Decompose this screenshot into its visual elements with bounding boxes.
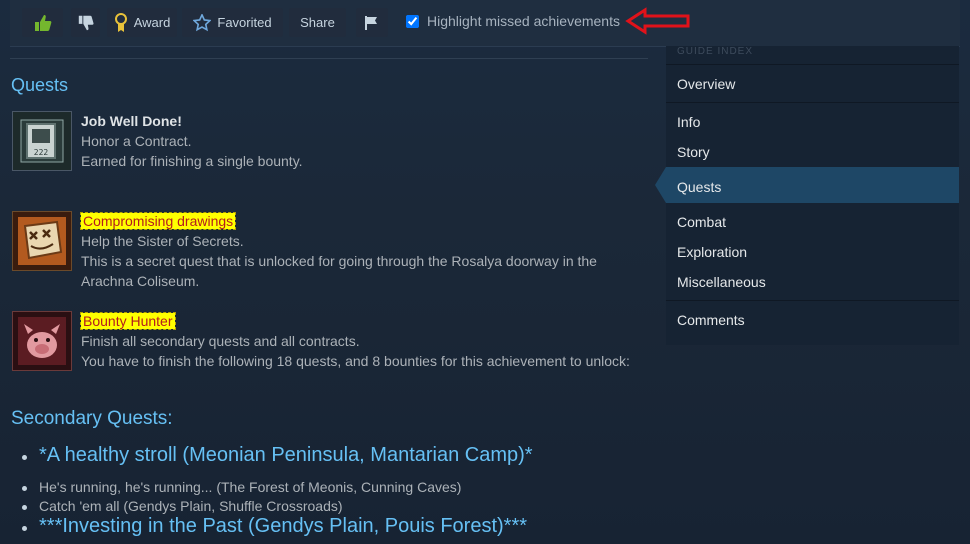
drawings-icon [12, 211, 72, 271]
secondary-quests-list: *A healthy stroll (Meonian Peninsula, Ma… [20, 444, 533, 467]
thumbs-up-button[interactable] [22, 8, 63, 37]
highlight-missed-toggle[interactable]: Highlight missed achievements [406, 13, 620, 29]
achievement-note: Earned for finishing a single bounty. [81, 153, 303, 169]
list-item: *A healthy stroll (Meonian Peninsula, Ma… [20, 444, 533, 467]
favorited-button[interactable]: Favorited [182, 8, 283, 37]
achievement-note: This is a secret quest that is unlocked … [81, 253, 597, 289]
flag-button[interactable] [356, 8, 388, 37]
favorited-label: Favorited [217, 15, 272, 30]
achievement-description: Honor a Contract. [81, 133, 192, 149]
list-item: Catch 'em all (Gendys Plain, Shuffle Cro… [20, 497, 461, 516]
sidebar-item-comments[interactable]: Comments [677, 312, 745, 328]
award-button[interactable]: Award [107, 8, 177, 37]
sidebar-item-quests[interactable]: Quests [677, 179, 721, 195]
thumbs-down-icon [78, 15, 94, 30]
guide-index-sidebar: GUIDE INDEX Overview Info Story Quests C… [666, 46, 959, 345]
share-button[interactable]: Share [289, 8, 346, 37]
guide-index-title: GUIDE INDEX [677, 46, 754, 57]
divider [666, 102, 959, 103]
secondary-quests-list-2: ***Investing in the Past (Gendys Plain, … [20, 515, 527, 538]
contract-icon-number: 222 [34, 148, 49, 157]
red-arrow-annotation [625, 7, 690, 35]
favorite-star-icon [193, 13, 212, 31]
achievement-description: Finish all secondary quests and all cont… [81, 333, 360, 349]
content-divider [10, 58, 648, 59]
award-icon [114, 12, 127, 32]
highlight-missed-label: Highlight missed achievements [427, 13, 620, 29]
secondary-quests-heading: Secondary Quests: [11, 408, 173, 429]
sidebar-item-overview[interactable]: Overview [677, 76, 735, 92]
thumbs-up-icon [34, 14, 51, 31]
guide-toolbar: Award Favorited Share Highlight missed a… [10, 0, 960, 47]
divider [666, 64, 959, 65]
thumbs-down-button[interactable] [71, 8, 100, 37]
quests-heading: Quests [11, 75, 69, 95]
list-item: ***Investing in the Past (Gendys Plain, … [20, 515, 527, 538]
bounty-creature-icon [12, 311, 72, 371]
achievement-name: Bounty Hunter [80, 312, 176, 330]
achievement-name: Job Well Done! [81, 113, 182, 129]
flag-icon [365, 15, 377, 30]
sidebar-item-story[interactable]: Story [677, 144, 710, 160]
achievement-name: Compromising drawings [79, 212, 237, 230]
sidebar-item-miscellaneous[interactable]: Miscellaneous [677, 274, 766, 290]
sidebar-item-info[interactable]: Info [677, 114, 700, 130]
achievement-description: Help the Sister of Secrets. [81, 233, 244, 249]
award-label: Award [133, 15, 171, 30]
contract-icon: 222 [12, 111, 72, 171]
list-item: He's running, he's running... (The Fores… [20, 478, 461, 497]
sidebar-item-combat[interactable]: Combat [677, 214, 726, 230]
sidebar-item-exploration[interactable]: Exploration [677, 244, 747, 260]
secondary-subquests-list: He's running, he's running... (The Fores… [20, 478, 461, 516]
active-item-pointer [655, 167, 666, 203]
divider [666, 300, 959, 301]
highlight-missed-checkbox[interactable] [406, 14, 419, 28]
achievement-note: You have to finish the following 18 ques… [81, 353, 630, 369]
share-label: Share [300, 15, 335, 30]
